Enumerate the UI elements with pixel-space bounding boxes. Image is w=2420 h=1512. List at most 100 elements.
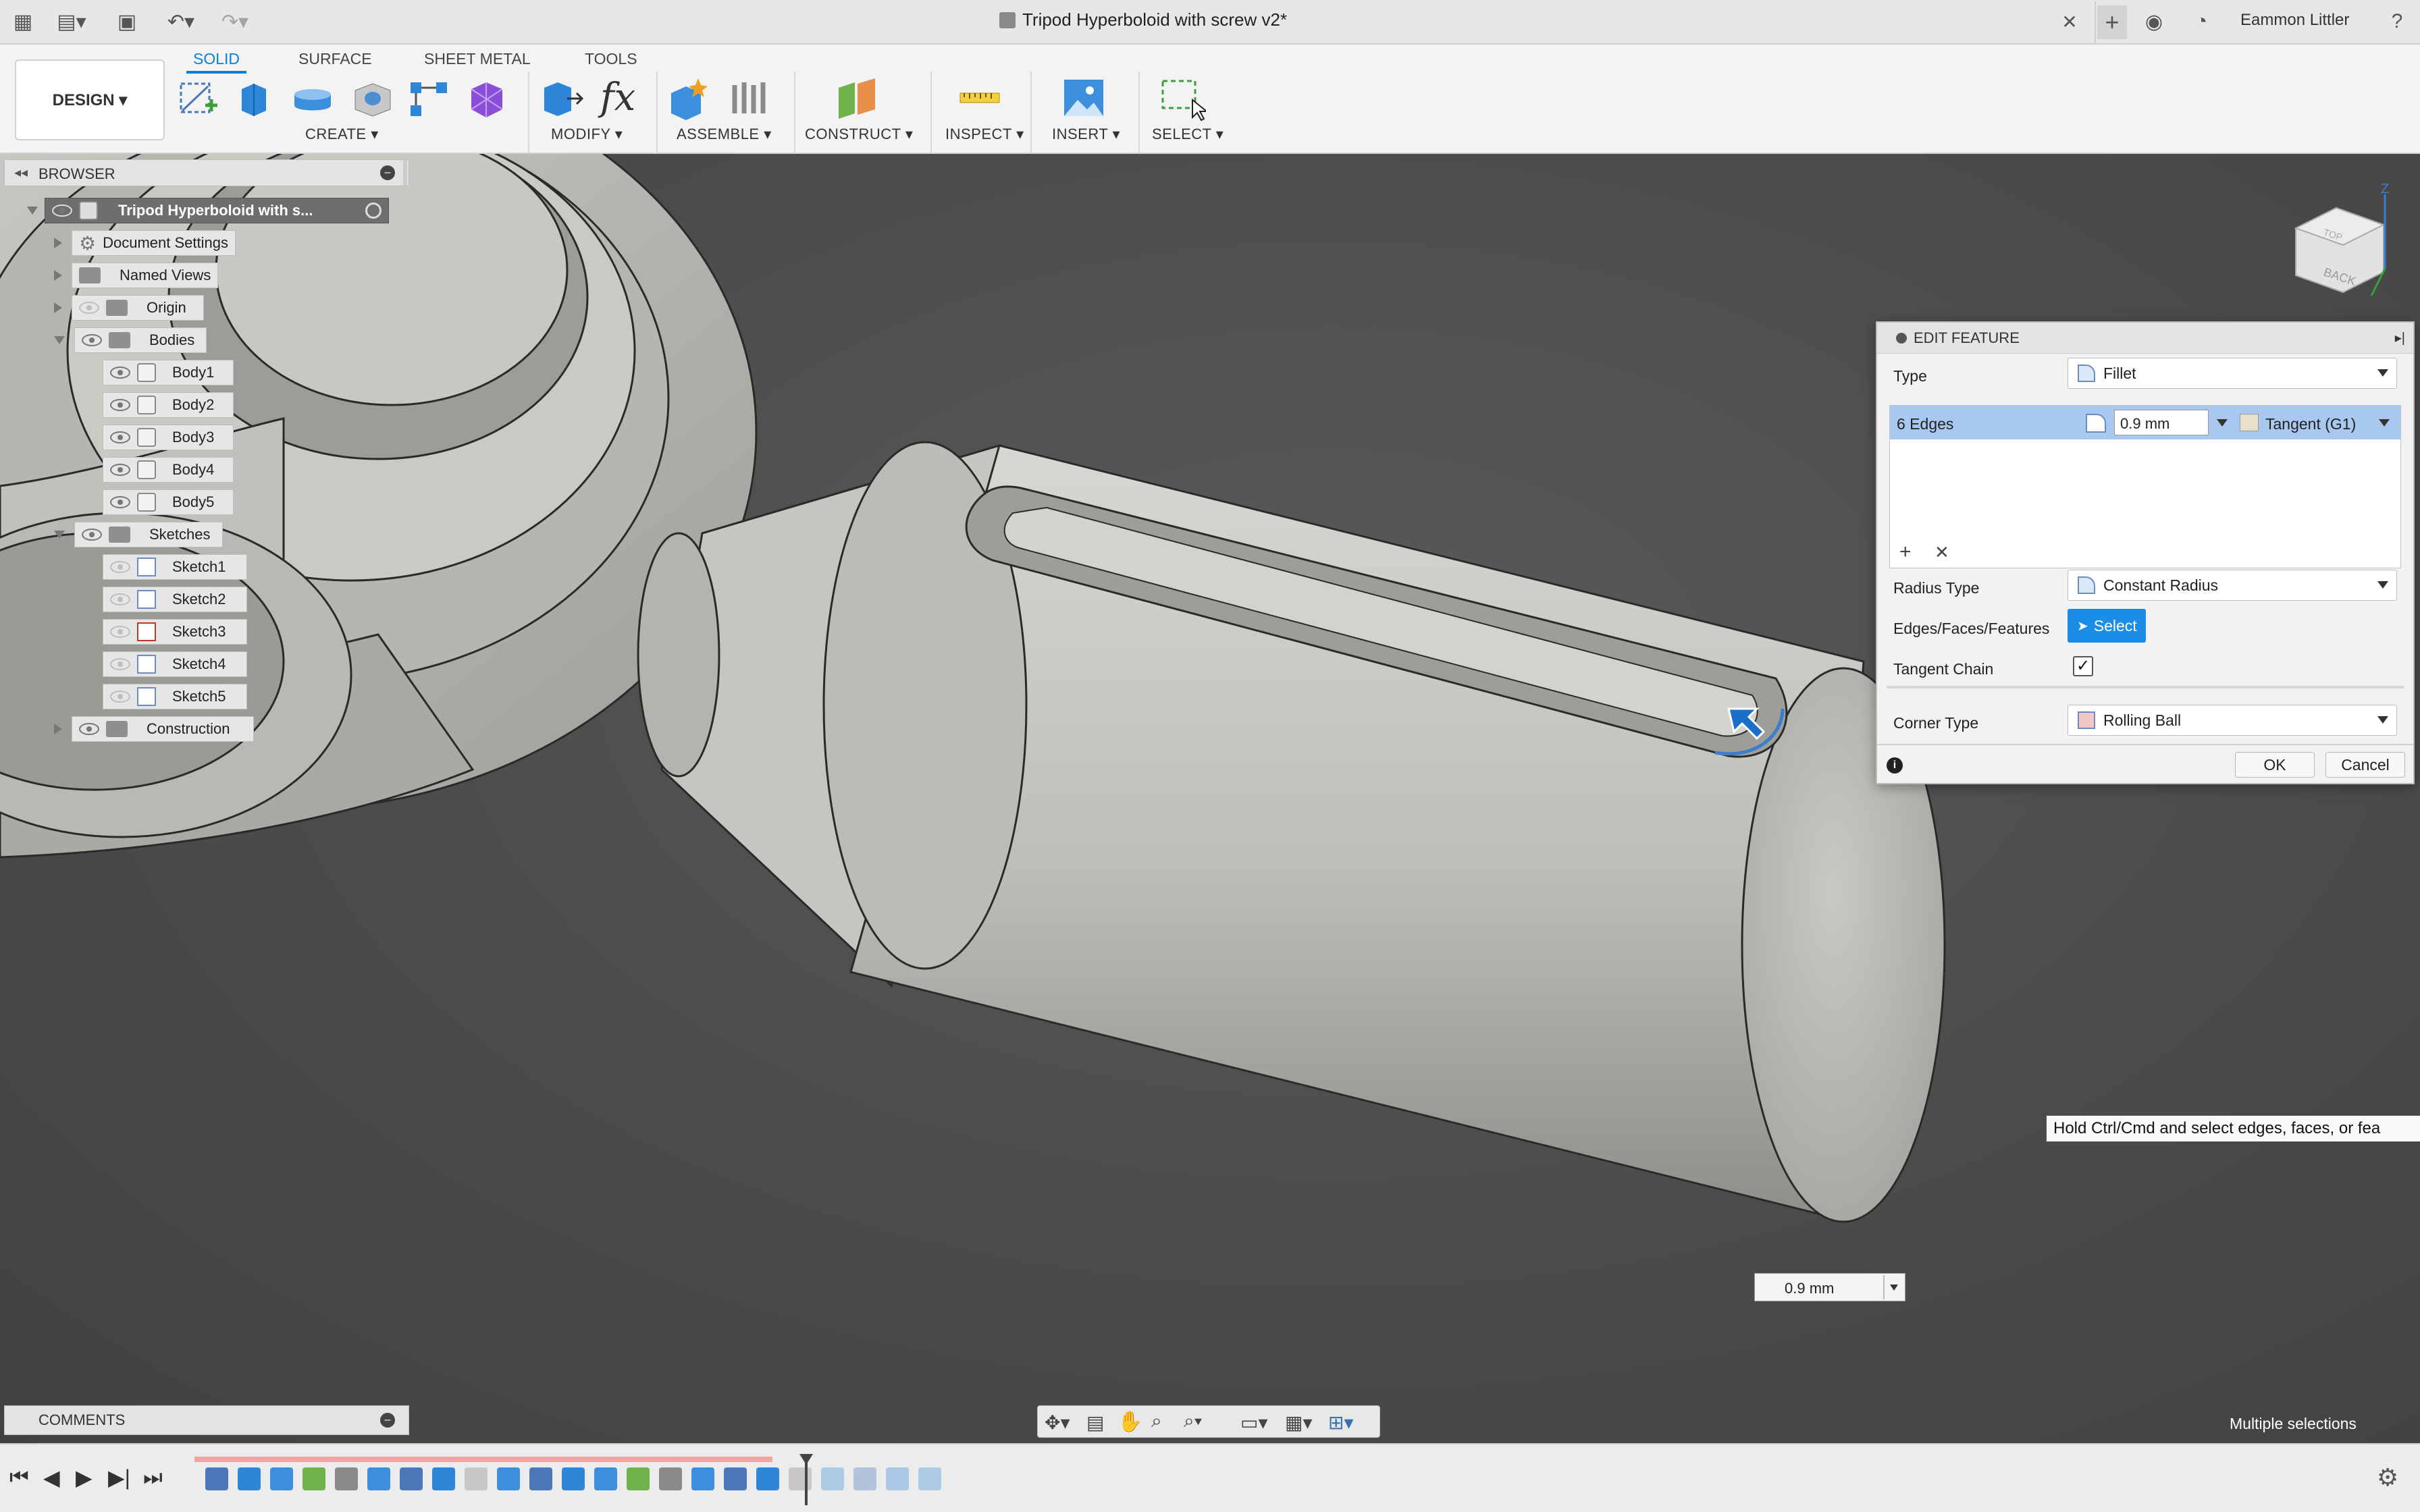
radius-dimension-value[interactable]: 0.9 mm	[1785, 1280, 1834, 1297]
timeline-feature-icon[interactable]	[270, 1467, 293, 1490]
browser-item-body5[interactable]: Body5	[103, 489, 234, 516]
tab-surface[interactable]: SURFACE	[292, 47, 379, 71]
select-button[interactable]: ➤ Select	[2068, 609, 2146, 643]
browser-item-body2[interactable]: Body2	[103, 392, 234, 418]
timeline-feature-icon[interactable]	[205, 1467, 228, 1490]
visibility-eye-icon[interactable]	[52, 205, 72, 217]
tree-node[interactable]: Body1	[103, 360, 234, 385]
revolve-icon[interactable]	[289, 74, 336, 122]
viewports-icon[interactable]: ⊞▾	[1328, 1411, 1354, 1434]
zoom-icon[interactable]: ⌕	[1151, 1410, 1162, 1432]
expand-toggle-icon[interactable]	[54, 531, 65, 539]
undo-icon[interactable]: ↶▾	[159, 7, 203, 36]
radius-type-select[interactable]: Constant Radius	[2068, 570, 2397, 601]
user-name[interactable]: Eammon Littler	[2240, 11, 2349, 30]
timeline-feature-icon[interactable]	[465, 1467, 488, 1490]
browser-item-sketch2[interactable]: Sketch2	[103, 586, 247, 613]
group-inspect[interactable]: INSPECT ▾	[945, 126, 1024, 143]
visibility-eye-icon[interactable]	[110, 561, 130, 573]
timeline-feature-icon[interactable]	[497, 1467, 520, 1490]
timeline-feature-icon[interactable]	[400, 1467, 423, 1490]
redo-icon[interactable]: ↷▾	[213, 7, 257, 36]
measure-icon[interactable]	[956, 74, 1003, 122]
visibility-eye-icon[interactable]	[110, 626, 130, 638]
timeline-feature-icon[interactable]	[789, 1467, 812, 1490]
form-icon[interactable]	[463, 74, 510, 122]
visibility-eye-icon[interactable]	[79, 302, 99, 314]
radius-dimension-input[interactable]: 0.9 mm	[1754, 1273, 1905, 1301]
add-icon[interactable]: +	[1899, 541, 1912, 564]
display-settings-icon[interactable]: ▭▾	[1240, 1411, 1268, 1434]
visibility-eye-icon[interactable]	[110, 593, 130, 605]
grid-settings-icon[interactable]: ▦▾	[1285, 1411, 1313, 1434]
timeline-feature-icon[interactable]	[594, 1467, 617, 1490]
visibility-eye-icon[interactable]	[79, 723, 99, 735]
expand-toggle-icon[interactable]	[54, 724, 62, 734]
timeline-feature-icon[interactable]	[302, 1467, 325, 1490]
selection-set-list[interactable]: 6 Edges 0.9 mm Tangent (G1) + ✕	[1889, 405, 2401, 568]
pin-icon[interactable]: –	[380, 165, 395, 180]
timeline-feature-icon[interactable]	[756, 1467, 779, 1490]
chevron-down-icon[interactable]	[2379, 419, 2390, 427]
cancel-button[interactable]: Cancel	[2325, 752, 2405, 778]
help-icon[interactable]: ?	[2385, 7, 2409, 36]
insert-image-icon[interactable]	[1060, 74, 1107, 122]
info-icon[interactable]: i	[1887, 757, 1903, 774]
timeline-feature-icon[interactable]	[627, 1467, 650, 1490]
timeline-feature-icon[interactable]	[529, 1467, 552, 1490]
press-pull-icon[interactable]	[537, 74, 585, 122]
ok-button[interactable]: OK	[2235, 752, 2315, 778]
visibility-eye-icon[interactable]	[110, 658, 130, 670]
tab-tools[interactable]: TOOLS	[578, 47, 644, 71]
visibility-eye-icon[interactable]	[110, 399, 130, 411]
step-forward-icon[interactable]: ▶|	[108, 1465, 130, 1490]
extrude-icon[interactable]	[231, 74, 278, 122]
visibility-eye-icon[interactable]	[110, 431, 130, 443]
visibility-eye-icon[interactable]	[110, 691, 130, 703]
panel-resize-handle[interactable]	[403, 160, 407, 186]
browser-item-document-settings[interactable]: ⚙ Document Settings	[54, 230, 236, 256]
gear-icon[interactable]: ⚙	[2377, 1463, 2398, 1492]
expand-dialog-icon[interactable]: ▸|	[2395, 329, 2405, 346]
browser-item-body4[interactable]: Body4	[103, 456, 234, 483]
app-grid-icon[interactable]: ▦	[9, 7, 36, 36]
tree-node[interactable]: Origin	[72, 295, 204, 321]
tree-node[interactable]: Sketches	[74, 522, 223, 547]
look-at-icon[interactable]: ▤	[1086, 1411, 1104, 1434]
job-status-icon[interactable]: ◔	[2188, 7, 2215, 36]
tree-node[interactable]: Sketch1	[103, 554, 247, 580]
browser-item-sketch1[interactable]: Sketch1	[103, 554, 247, 580]
timeline-feature-icon[interactable]	[724, 1467, 747, 1490]
pan-icon[interactable]: ✋	[1117, 1410, 1142, 1434]
tangent-chain-checkbox[interactable]: ✓	[2073, 656, 2093, 676]
collapse-dialog-icon[interactable]	[1896, 332, 1907, 344]
tree-node[interactable]: ⚙ Document Settings	[72, 230, 236, 256]
new-tab-icon[interactable]: +	[2097, 5, 2127, 39]
browser-item-construction[interactable]: Construction	[54, 716, 254, 742]
timeline-feature-icon[interactable]	[853, 1467, 876, 1490]
tree-node[interactable]: Body2	[103, 392, 234, 418]
save-icon[interactable]: ▣	[112, 7, 142, 36]
go-to-start-icon[interactable]: ⏮	[9, 1465, 29, 1490]
tree-node[interactable]: Bodies	[74, 327, 207, 353]
remove-icon[interactable]: ✕	[1935, 542, 1949, 563]
timeline-feature-icon[interactable]	[367, 1467, 390, 1490]
browser-item-origin[interactable]: Origin	[54, 294, 204, 321]
new-component-icon[interactable]	[666, 74, 713, 122]
browser-item-sketch5[interactable]: Sketch5	[103, 683, 247, 710]
activate-radio-icon[interactable]	[365, 202, 382, 219]
tree-node[interactable]: Sketch5	[103, 684, 247, 709]
step-back-icon[interactable]: ◀	[43, 1465, 60, 1490]
timeline-feature-icon[interactable]	[918, 1467, 941, 1490]
tree-node[interactable]: Sketch2	[103, 587, 247, 612]
workspace-switcher[interactable]: DESIGN ▾	[15, 59, 165, 140]
group-create[interactable]: CREATE ▾	[305, 126, 379, 143]
visibility-eye-icon[interactable]	[110, 464, 130, 476]
comments-panel-header[interactable]: COMMENTS –	[4, 1405, 409, 1435]
expand-toggle-icon[interactable]	[54, 238, 62, 248]
visibility-eye-icon[interactable]	[82, 529, 102, 541]
tree-node[interactable]: Construction	[72, 716, 254, 742]
group-select[interactable]: SELECT ▾	[1152, 126, 1224, 143]
orbit-icon[interactable]: ✥▾	[1045, 1411, 1070, 1434]
browser-item-sketch4[interactable]: Sketch4	[103, 651, 247, 678]
